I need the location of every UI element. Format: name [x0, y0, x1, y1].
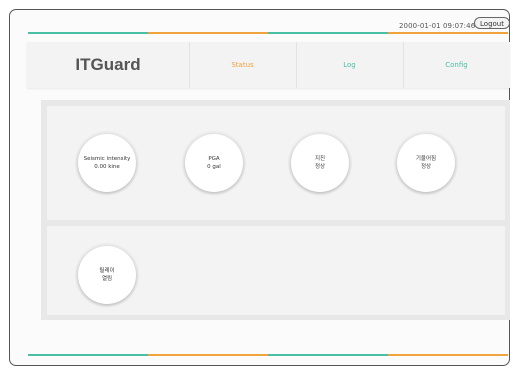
accent-segment-orange — [148, 354, 268, 356]
accent-segment-teal — [28, 354, 148, 356]
brand-logo: ITGuard — [75, 55, 141, 74]
accent-segment-teal — [28, 32, 148, 34]
tilt-status-gauge: 기울어짐 정상 — [397, 134, 455, 192]
top-accent-bar — [18, 32, 509, 34]
logout-button[interactable]: Logout — [474, 17, 510, 29]
earthquake-status-gauge: 지진 정상 — [291, 134, 349, 192]
status-panel: Seismic intensity 0.00 kine PGA 0 gal 지진… — [41, 100, 510, 320]
accent-segment-orange — [148, 32, 268, 34]
accent-segment-teal — [268, 32, 388, 34]
gauge-label: 지진 — [314, 156, 326, 162]
gauge-label: 릴레이 — [99, 268, 115, 274]
seismic-intensity-gauge: Seismic intensity 0.00 kine — [78, 134, 136, 192]
bottom-accent-bar — [18, 354, 509, 356]
gauge-value: 정상 — [314, 164, 326, 170]
gauge-value: 열림 — [101, 276, 113, 282]
gauge-value: 0.00 kine — [94, 164, 120, 170]
main-nav: ITGuard Status Log Config — [27, 42, 510, 88]
gauge-value: 정상 — [420, 164, 432, 170]
tab-log[interactable]: Log — [296, 42, 403, 88]
gauge-value: 0 gal — [207, 164, 221, 170]
accent-segment-teal — [268, 354, 388, 356]
tab-config[interactable]: Config — [403, 42, 510, 88]
current-datetime: 2000-01-01 09:07:46 — [399, 22, 476, 30]
pga-gauge: PGA 0 gal — [185, 134, 243, 192]
relay-status-gauge: 릴레이 열림 — [78, 246, 136, 304]
gauge-label: Seismic intensity — [83, 156, 131, 162]
tab-status[interactable]: Status — [189, 42, 296, 88]
status-row-relay: 릴레이 열림 — [47, 226, 505, 315]
gauge-label: PGA — [208, 156, 220, 162]
accent-segment-orange — [388, 32, 508, 34]
gauge-label: 기울어짐 — [415, 156, 437, 162]
status-row-sensors: Seismic intensity 0.00 kine PGA 0 gal 지진… — [47, 106, 505, 220]
accent-segment-orange — [388, 354, 508, 356]
